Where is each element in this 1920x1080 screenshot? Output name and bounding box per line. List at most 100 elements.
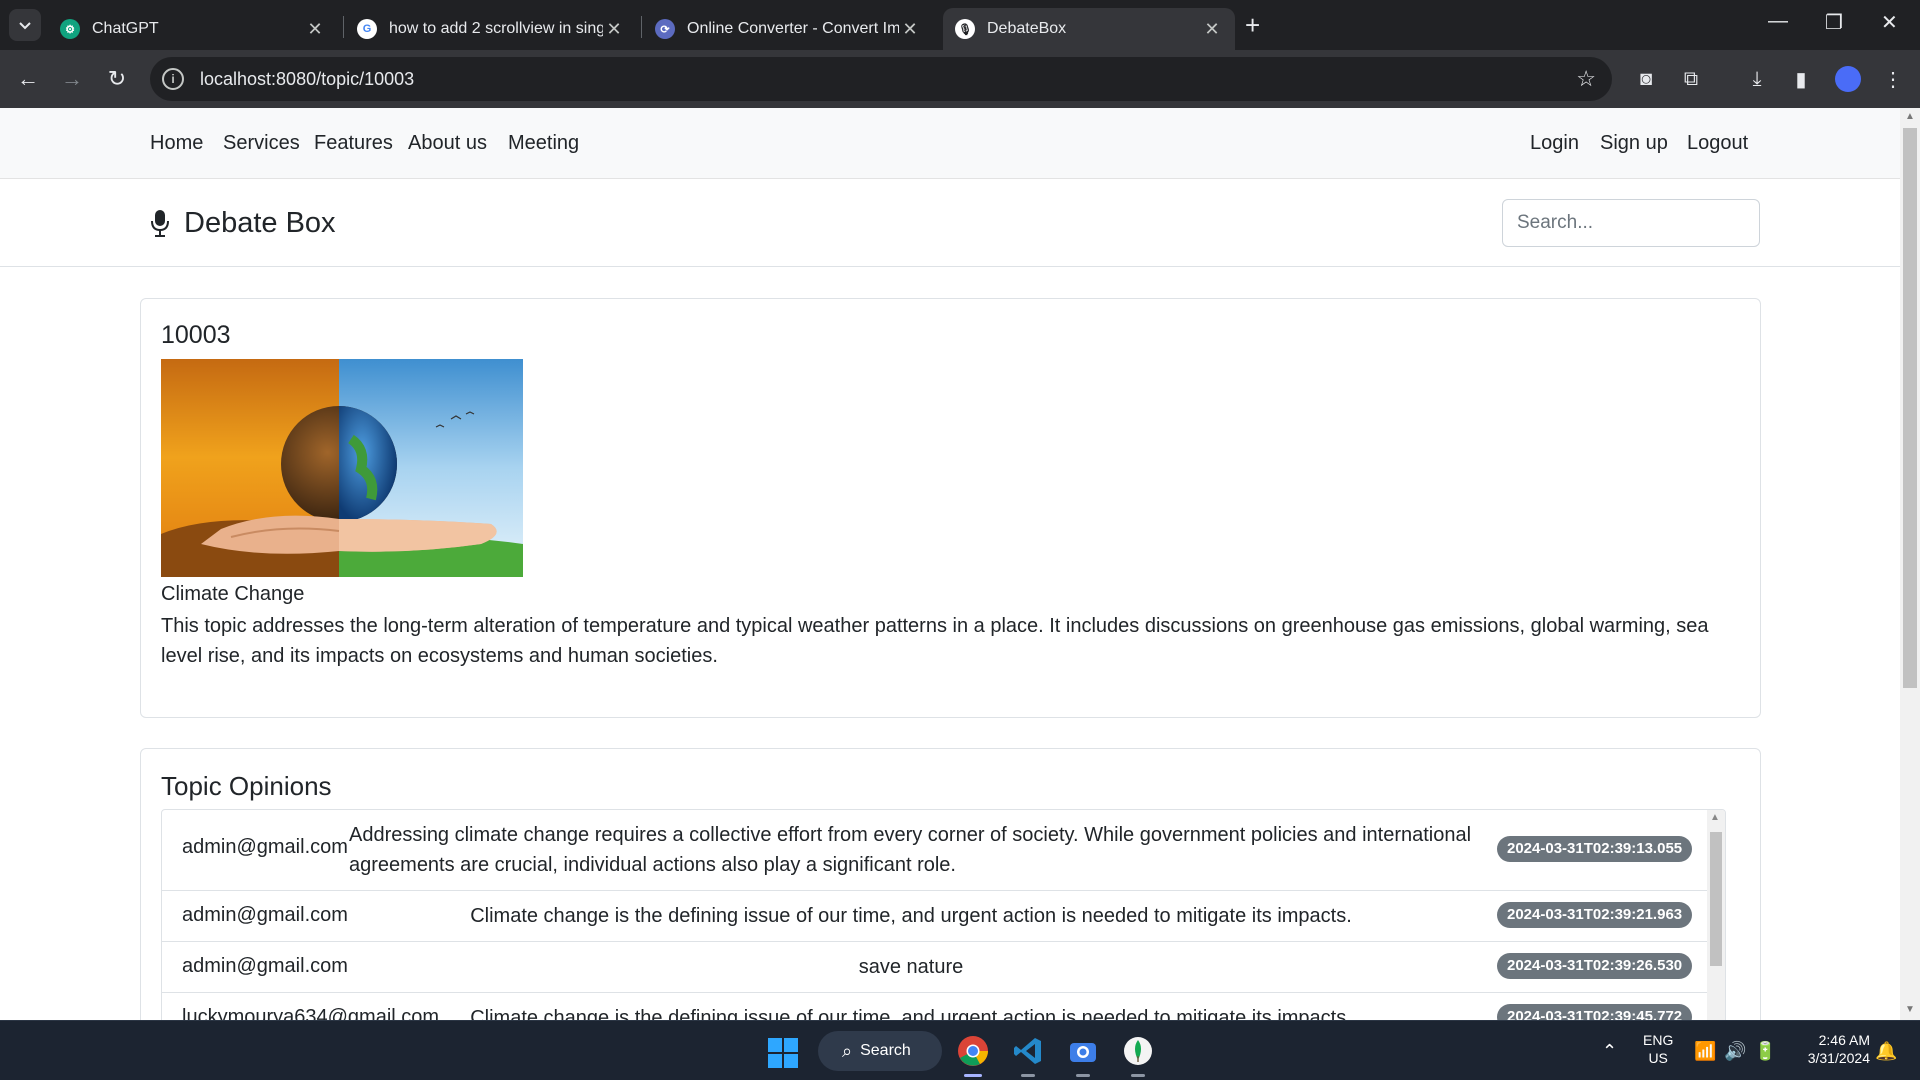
window-close-icon[interactable]: ✕ — [1881, 10, 1898, 35]
camera-icon — [1070, 1043, 1096, 1062]
opinion-text: save nature — [858, 956, 964, 978]
tab-debatebox[interactable]: 🎙 DebateBox ✕ — [943, 8, 1235, 50]
tab-search-button[interactable] — [9, 9, 41, 41]
running-indicator — [1076, 1074, 1090, 1077]
taskbar-search-label: Search — [860, 1042, 911, 1059]
topic-image — [161, 359, 523, 577]
opinions-title: Topic Opinions — [161, 771, 332, 801]
vscode-icon — [1014, 1038, 1041, 1064]
address-bar[interactable]: i localhost:8080/topic/10003 ☆ — [150, 57, 1612, 101]
nav-login[interactable]: Login — [1530, 132, 1579, 155]
screenshot-extension-icon[interactable]: ◙ — [1631, 64, 1661, 94]
restore-icon[interactable]: ❐ — [1825, 10, 1843, 35]
show-hidden-icons-chevron-icon[interactable]: ⌃ — [1602, 1041, 1617, 1062]
clock-time: 2:46 AM — [1818, 1032, 1870, 1048]
nav-meeting[interactable]: Meeting — [508, 132, 579, 155]
scroll-up-arrow-icon[interactable]: ▲ — [1710, 812, 1720, 823]
running-indicator — [964, 1074, 982, 1077]
close-icon[interactable]: ✕ — [1201, 19, 1223, 40]
extensions-puzzle-icon[interactable]: ⧉ — [1676, 64, 1706, 94]
tab-chatgpt[interactable]: ⚙ ChatGPT ✕ — [48, 8, 338, 50]
opinion-text: Addressing climate change requires a col… — [349, 824, 1472, 876]
side-panel-icon[interactable]: ▮ — [1786, 64, 1816, 94]
brand-name: Debate Box — [184, 207, 336, 239]
search-icon: ⌕ — [842, 1040, 853, 1061]
nav-features[interactable]: Features — [314, 132, 393, 155]
converter-icon: ⟳ — [655, 19, 675, 39]
running-indicator — [1021, 1074, 1035, 1077]
region-code: US — [1648, 1050, 1668, 1066]
profile-avatar[interactable] — [1835, 66, 1861, 92]
scrollbar-thumb[interactable] — [1903, 128, 1917, 688]
scrollbar-thumb[interactable] — [1710, 832, 1722, 966]
topic-card: 10003 Climate Change This topic addresse… — [140, 298, 1761, 718]
opinions-scrollbar[interactable]: ▲ — [1707, 810, 1725, 1020]
topic-description: This topic addresses the long-term alter… — [161, 615, 1709, 667]
minimize-icon[interactable]: — — [1768, 10, 1788, 33]
forward-arrow-icon[interactable]: → — [56, 63, 88, 95]
timestamp-badge: 2024-03-31T02:39:45.772 — [1497, 1004, 1693, 1020]
close-icon[interactable]: ✕ — [304, 19, 326, 40]
tab-separator — [343, 16, 344, 38]
tab-title: DebateBox — [987, 20, 1067, 37]
tab-title: how to add 2 scrollview in singl — [389, 20, 603, 37]
brand-logo[interactable]: Debate Box — [150, 207, 336, 240]
opinions-card: Topic Opinions admin@gmail.com Addressin… — [140, 748, 1761, 1020]
opinions-list[interactable]: admin@gmail.com Addressing climate chang… — [161, 809, 1726, 1020]
tab-separator — [641, 16, 642, 38]
tab-google-search[interactable]: G how to add 2 scrollview in singl ✕ — [345, 8, 637, 50]
site-info-icon[interactable]: i — [162, 68, 184, 90]
tab-title: ChatGPT — [92, 20, 159, 37]
opinion-user: admin@gmail.com — [182, 955, 348, 977]
language-code: ENG — [1643, 1032, 1674, 1048]
new-tab-button[interactable]: + — [1245, 12, 1260, 38]
search-input[interactable] — [1502, 199, 1760, 247]
back-arrow-icon[interactable]: ← — [12, 63, 44, 95]
opinion-row: luckymourya634@gmail.com Climate change … — [162, 993, 1707, 1020]
url-text[interactable]: localhost:8080/topic/10003 — [200, 69, 414, 90]
battery-icon[interactable]: 🔋 — [1754, 1041, 1776, 1062]
clock[interactable]: 2:46 AM 3/31/2024 — [1794, 1031, 1870, 1067]
top-navbar: Home Services Features About us Meeting … — [0, 108, 1900, 179]
mongodb-compass-taskbar-icon[interactable] — [1120, 1033, 1156, 1077]
timestamp-badge: 2024-03-31T02:39:26.530 — [1497, 953, 1693, 979]
more-menu-icon[interactable]: ⋮ — [1878, 64, 1908, 94]
mongodb-leaf-icon — [1124, 1037, 1152, 1065]
nav-home[interactable]: Home — [150, 132, 203, 155]
tab-online-converter[interactable]: ⟳ Online Converter - Convert Ima ✕ — [643, 8, 933, 50]
scroll-up-arrow-icon[interactable]: ▲ — [1904, 111, 1916, 122]
brand-header: Debate Box — [0, 179, 1900, 267]
topic-id: 10003 — [161, 321, 231, 349]
close-icon[interactable]: ✕ — [603, 19, 625, 40]
nav-services[interactable]: Services — [223, 132, 300, 155]
volume-icon[interactable]: 🔊 — [1724, 1041, 1746, 1062]
language-indicator[interactable]: ENG US — [1643, 1031, 1673, 1067]
running-indicator — [1131, 1074, 1145, 1077]
browser-toolbar: ← → ↻ i localhost:8080/topic/10003 ☆ ◙ ⧉… — [0, 50, 1920, 108]
scroll-down-arrow-icon[interactable]: ▼ — [1904, 1004, 1916, 1015]
nav-about-us[interactable]: About us — [408, 132, 487, 155]
browser-tab-bar: ⚙ ChatGPT ✕ G how to add 2 scrollview in… — [0, 0, 1920, 50]
reload-icon[interactable]: ↻ — [101, 63, 133, 95]
opinion-text: Climate change is the defining issue of … — [470, 905, 1352, 927]
windows-start-icon[interactable] — [768, 1038, 798, 1068]
vscode-taskbar-icon[interactable] — [1010, 1033, 1046, 1077]
debatebox-icon: 🎙 — [955, 19, 975, 39]
bookmark-star-icon[interactable]: ☆ — [1576, 66, 1596, 92]
close-icon[interactable]: ✕ — [899, 19, 921, 40]
page-scrollbar[interactable]: ▲ ▼ — [1900, 108, 1920, 1020]
opinion-user: admin@gmail.com — [182, 904, 348, 926]
downloads-icon[interactable]: ⤓ — [1742, 64, 1772, 94]
windows-taskbar: ⌕ Search ⌃ ENG US 📶 🔊 🔋 2:46 AM 3/31/202… — [0, 1020, 1920, 1080]
chrome-taskbar-icon[interactable] — [955, 1033, 991, 1077]
notification-bell-icon[interactable]: 🔔 — [1875, 1041, 1897, 1062]
tab-title: Online Converter - Convert Ima — [687, 20, 899, 37]
nav-logout[interactable]: Logout — [1687, 132, 1748, 155]
taskbar-search-button[interactable]: ⌕ Search — [818, 1031, 942, 1071]
camera-app-taskbar-icon[interactable] — [1065, 1033, 1101, 1077]
google-icon: G — [357, 19, 377, 39]
topic-name: Climate Change — [161, 583, 305, 605]
wifi-icon[interactable]: 📶 — [1694, 1041, 1716, 1062]
opinion-text: Climate change is the defining issue of … — [470, 1007, 1352, 1020]
nav-sign-up[interactable]: Sign up — [1600, 132, 1668, 155]
